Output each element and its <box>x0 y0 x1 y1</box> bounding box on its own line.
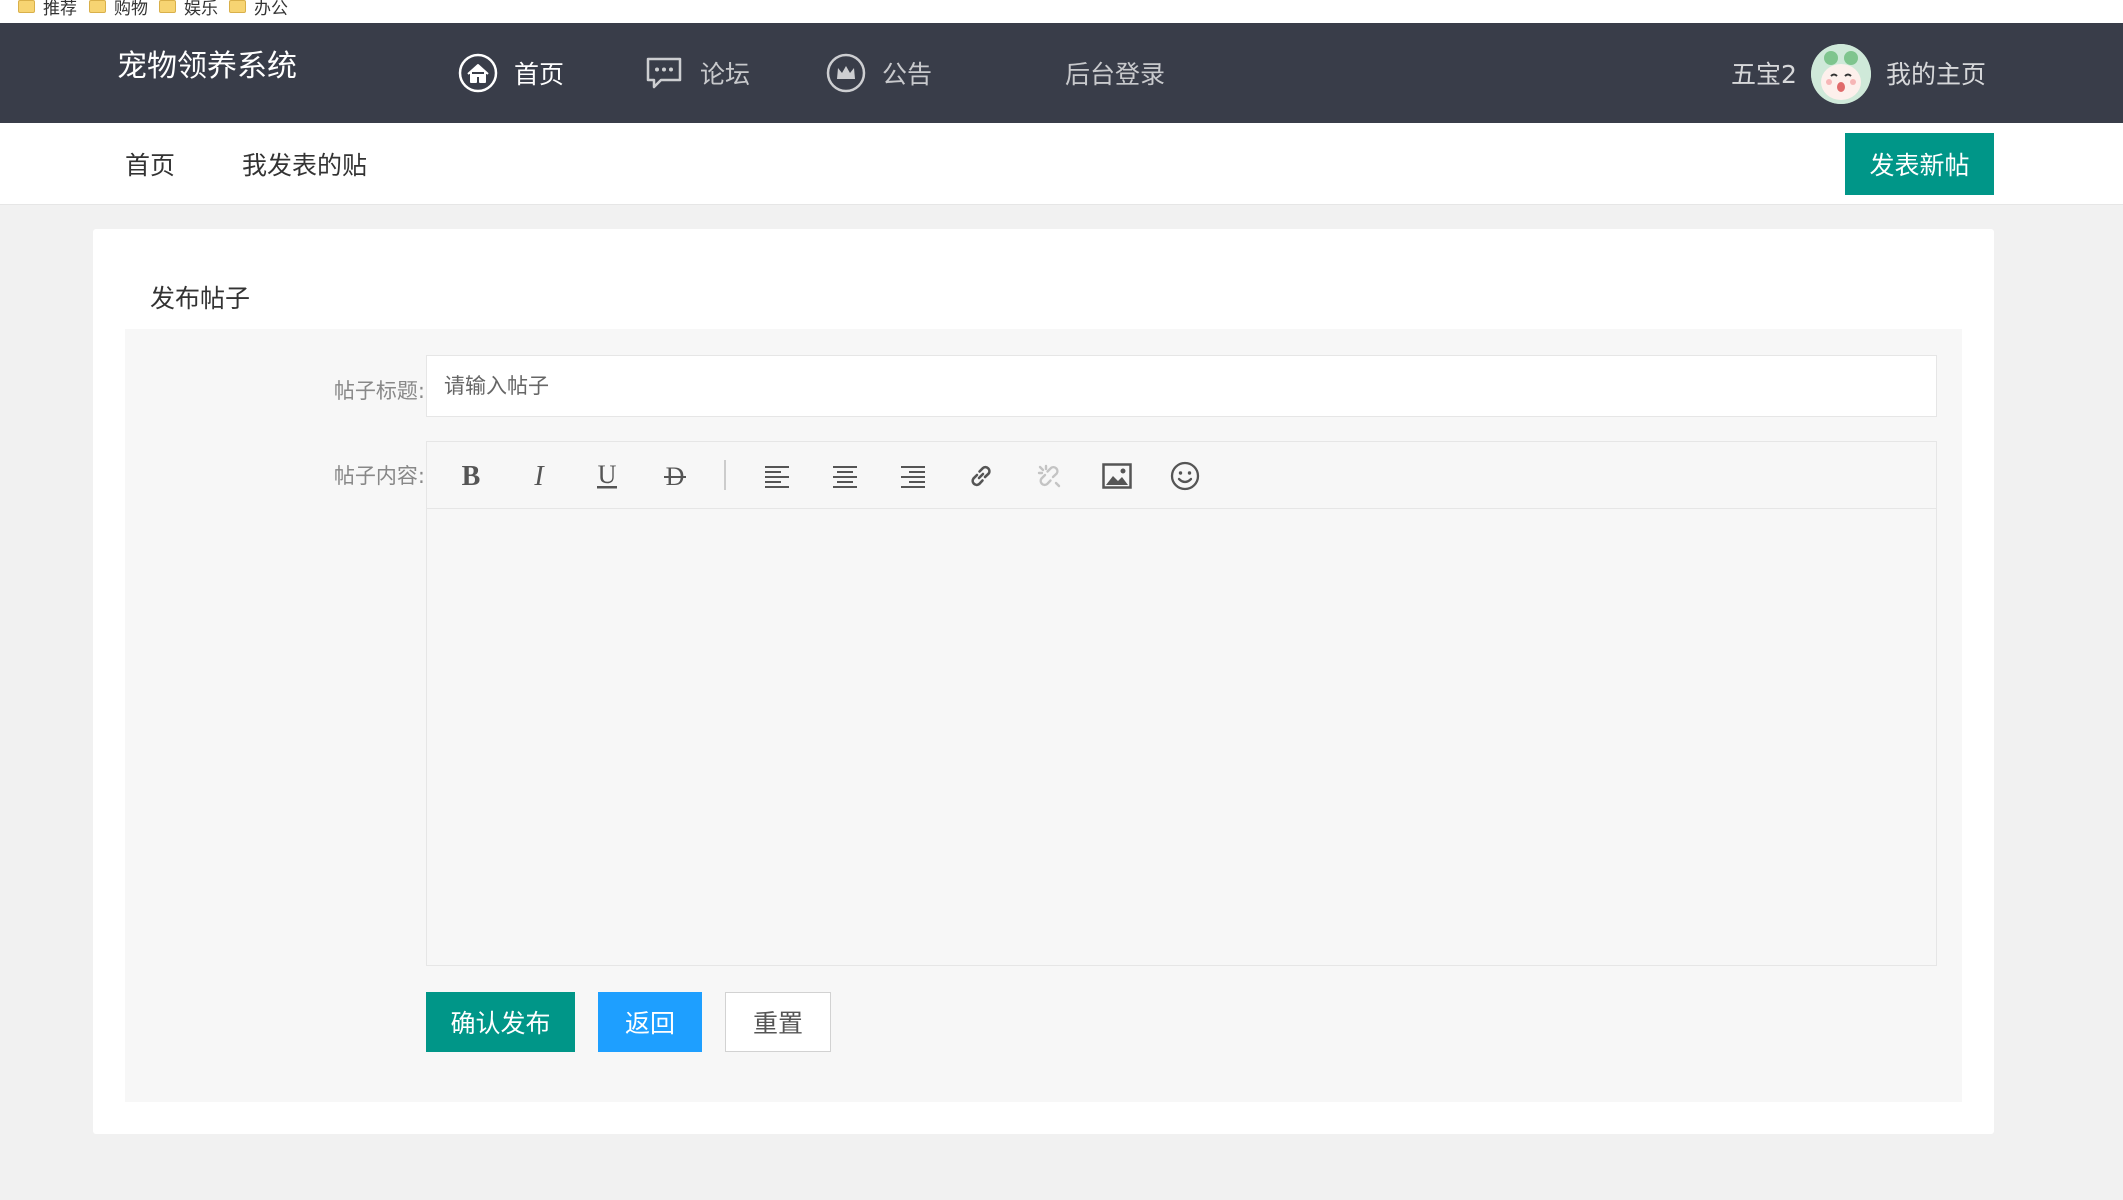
svg-text:I: I <box>533 461 545 491</box>
link-icon[interactable] <box>961 456 1001 496</box>
toolbar-divider <box>724 460 726 490</box>
avatar-image <box>1811 44 1871 104</box>
top-navbar: 宠物领养系统 首页 论坛 公告 后台登录 五宝2 我的主页 <box>0 23 2123 123</box>
strikethrough-icon[interactable]: D <box>655 456 695 496</box>
content-label: 帖子内容: <box>333 464 425 488</box>
bookmark-shopping[interactable]: 购物 <box>89 0 148 19</box>
bold-icon[interactable]: B <box>451 456 491 496</box>
card-title: 发布帖子 <box>150 284 251 313</box>
image-icon[interactable] <box>1097 456 1137 496</box>
nav-forum-label: 论坛 <box>700 60 751 89</box>
folder-icon <box>159 0 176 13</box>
post-form: 帖子标题: 帖子内容: B I U D <box>125 329 1962 1102</box>
nav-home[interactable]: 首页 <box>458 23 564 123</box>
title-input[interactable] <box>426 355 1937 417</box>
title-label: 帖子标题: <box>333 379 425 403</box>
subnav-my-posts[interactable]: 我发表的贴 <box>242 123 367 205</box>
my-home-link[interactable]: 我的主页 <box>1886 23 1986 123</box>
nav-admin-login-label: 后台登录 <box>1065 60 1166 89</box>
align-right-icon[interactable] <box>893 456 933 496</box>
chat-icon <box>644 53 684 93</box>
confirm-publish-button[interactable]: 确认发布 <box>426 992 575 1052</box>
avatar[interactable] <box>1811 44 1871 104</box>
editor-toolbar: B I U D <box>427 442 1936 509</box>
subnav-home[interactable]: 首页 <box>125 123 175 205</box>
home-icon <box>458 53 498 93</box>
reset-button[interactable]: 重置 <box>725 992 831 1052</box>
nav-notice[interactable]: 公告 <box>826 23 932 123</box>
align-center-icon[interactable] <box>825 456 865 496</box>
align-left-icon[interactable] <box>757 456 797 496</box>
post-form-card: 发布帖子 帖子标题: 帖子内容: B I U D <box>93 229 1994 1134</box>
site-logo[interactable]: 宠物领养系统 <box>117 41 297 85</box>
folder-icon <box>229 0 246 13</box>
underline-icon[interactable]: U <box>587 456 627 496</box>
rich-text-editor: B I U D <box>426 441 1937 966</box>
bookmark-entertainment[interactable]: 娱乐 <box>159 0 218 19</box>
svg-text:B: B <box>462 461 481 491</box>
editor-content-area[interactable] <box>427 510 1936 965</box>
new-post-button[interactable]: 发表新帖 <box>1845 133 1994 195</box>
user-name[interactable]: 五宝2 <box>1731 23 1797 123</box>
nav-forum[interactable]: 论坛 <box>644 23 750 123</box>
folder-icon <box>18 0 35 13</box>
unlink-icon[interactable] <box>1029 456 1069 496</box>
bookmark-recommend[interactable]: 推荐 <box>18 0 77 19</box>
folder-icon <box>89 0 106 13</box>
bookmark-office[interactable]: 办公 <box>229 0 288 19</box>
nav-notice-label: 公告 <box>882 60 933 89</box>
bookmarks-bar: 推荐 购物 娱乐 办公 <box>0 0 2123 23</box>
italic-icon[interactable]: I <box>519 456 559 496</box>
crown-icon <box>826 53 866 93</box>
emoji-icon[interactable] <box>1165 456 1205 496</box>
svg-text:U: U <box>598 461 617 489</box>
nav-admin-login[interactable]: 后台登录 <box>1065 23 1165 123</box>
back-button[interactable]: 返回 <box>598 992 702 1052</box>
sub-navbar: 首页 我发表的贴 发表新帖 <box>0 123 2123 205</box>
nav-home-label: 首页 <box>514 60 565 89</box>
